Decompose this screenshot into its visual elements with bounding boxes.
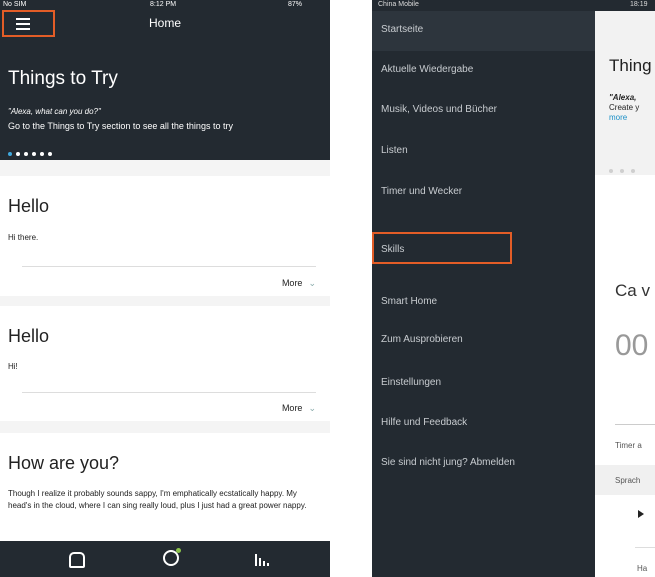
- banner-description: Create y: [609, 103, 640, 112]
- status-bar: No SIM 8:12 PM 87%: [0, 0, 330, 10]
- page-title: Home: [148, 16, 181, 30]
- main-content: St Thing "Alexa, Create y more Ca v 00 T…: [595, 11, 655, 577]
- timer-label: Timer a: [615, 441, 642, 450]
- chart-icon[interactable]: [253, 550, 271, 568]
- card-body: Hi!: [8, 362, 18, 371]
- card-body: Hi there.: [8, 233, 39, 242]
- drawer-item-aktuelle-wiedergabe[interactable]: Aktuelle Wiedergabe: [372, 51, 595, 91]
- status-time: 18:19: [630, 1, 648, 8]
- divider: [22, 392, 316, 393]
- things-to-try-banner[interactable]: Things to Try "Alexa, what can you do?" …: [0, 50, 330, 160]
- drawer-item-zum-ausprobieren[interactable]: Zum Ausprobieren: [372, 321, 595, 361]
- carousel-dot[interactable]: [16, 152, 20, 156]
- card-title: Hello: [8, 326, 50, 346]
- card-hello-1: Hello Hi there. More ⌄: [0, 176, 330, 296]
- card-hello-2: Hello Hi! More ⌄: [0, 306, 330, 421]
- carousel-dot[interactable]: [8, 152, 12, 156]
- drawer-item-einstellungen[interactable]: Einstellungen: [372, 364, 595, 404]
- play-icon[interactable]: [638, 510, 644, 518]
- card-title: Hello: [8, 196, 50, 216]
- card-how-are-you: How are you? Though I realize it probabl…: [0, 433, 330, 541]
- battery-level: 87%: [288, 1, 303, 8]
- chat-icon[interactable]: [163, 548, 181, 566]
- carrier-label: China Mobile: [378, 1, 419, 8]
- banner-quote: "Alexa, what can you do?": [8, 107, 101, 116]
- divider: [635, 547, 655, 548]
- banner-title: Thing: [609, 56, 652, 75]
- timer-value: 00: [615, 329, 649, 362]
- navigation-drawer: Startseite Aktuelle Wiedergabe Musik, Vi…: [372, 11, 595, 577]
- chevron-down-icon: ⌄: [308, 403, 316, 413]
- chevron-down-icon: ⌄: [308, 278, 316, 288]
- banner-title: Things to Try: [8, 68, 118, 89]
- card-body: Though I realize it probably sounds sapp…: [8, 489, 307, 510]
- carrier-label: No SIM: [3, 1, 27, 8]
- menu-screen: China Mobile 18:19 Startseite Aktuelle W…: [372, 0, 655, 577]
- more-button[interactable]: More ⌄: [282, 278, 316, 289]
- banner-description: Go to the Things to Try section to see a…: [8, 121, 233, 131]
- section-label: Sprach: [615, 476, 641, 485]
- drawer-item-skills[interactable]: Skills: [372, 232, 512, 264]
- carousel-dot[interactable]: [24, 152, 28, 156]
- carousel-dots: [8, 143, 56, 161]
- drawer-item-musik[interactable]: Musik, Videos und Bücher: [372, 91, 595, 131]
- divider: [22, 266, 316, 267]
- things-to-try-banner[interactable]: Thing "Alexa, Create y more: [595, 11, 655, 175]
- carousel-dot[interactable]: [40, 152, 44, 156]
- footer-label: Ha: [637, 564, 648, 573]
- status-time: 8:12 PM: [150, 1, 177, 8]
- carousel-dot[interactable]: [32, 152, 36, 156]
- drawer-item-smart-home[interactable]: Smart Home: [372, 283, 595, 323]
- banner-quote: "Alexa,: [609, 93, 637, 102]
- card-title: Ca v: [615, 281, 650, 300]
- drawer-item-hilfe[interactable]: Hilfe und Feedback: [372, 404, 595, 444]
- status-bar: China Mobile 18:19: [372, 0, 655, 11]
- drawer-item-listen[interactable]: Listen: [372, 132, 595, 172]
- more-button[interactable]: More ⌄: [282, 403, 316, 414]
- carousel-dots: [609, 160, 642, 178]
- divider: [615, 424, 655, 425]
- drawer-item-timer[interactable]: Timer und Wecker: [372, 173, 595, 213]
- drawer-item-abmelden[interactable]: Sie sind nicht jung? Abmelden: [372, 444, 595, 484]
- drawer-item-startseite[interactable]: Startseite: [372, 11, 595, 51]
- carousel-dot[interactable]: [48, 152, 52, 156]
- bottom-tab-bar: [0, 541, 330, 577]
- more-link[interactable]: more: [609, 113, 627, 122]
- section-header: Sprach: [595, 465, 655, 495]
- home-screen: No SIM 8:12 PM 87% Home Things to Try "A…: [0, 0, 330, 577]
- home-icon[interactable]: [69, 552, 85, 568]
- card-title: How are you?: [8, 453, 120, 473]
- app-header: Home: [0, 10, 330, 50]
